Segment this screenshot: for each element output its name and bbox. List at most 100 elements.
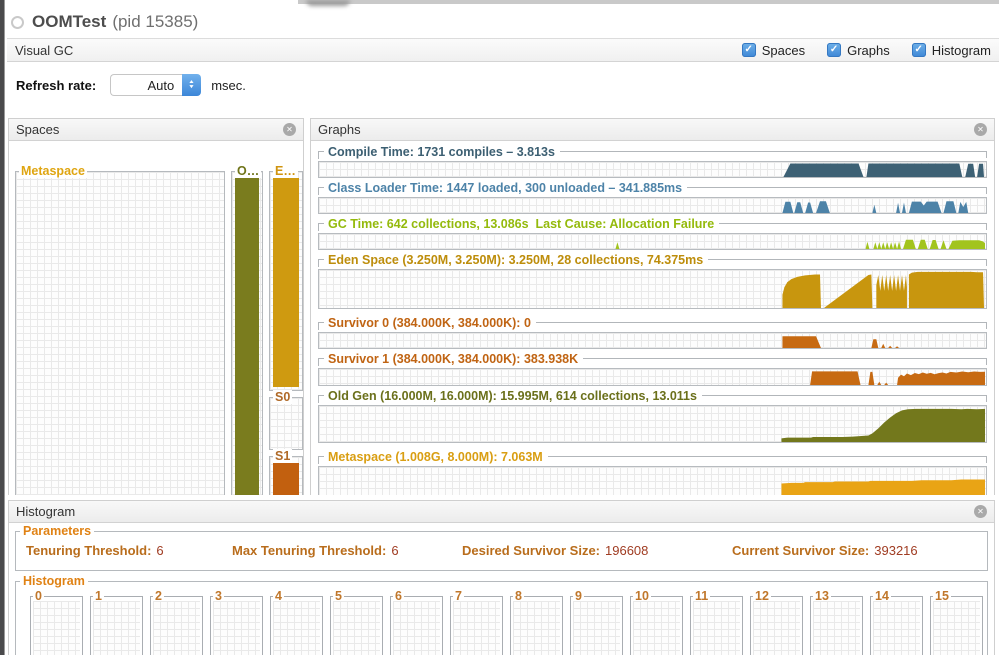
refresh-rate-combo[interactable]: Auto ▲ ▼: [110, 74, 201, 96]
histogram-close-icon[interactable]: ✕: [974, 505, 987, 518]
stepper-down-icon[interactable]: ▼: [188, 85, 195, 90]
visualvm-window: OOMTest (pid 15385) Visual GC ✓ Spaces ✓ Gr…: [0, 0, 999, 655]
graph-gc: GC Time: 642 collections, 13.086s Last C…: [318, 218, 987, 250]
graph-strip-old: [318, 405, 987, 443]
parameter-label: Max Tenuring Threshold:: [232, 543, 386, 558]
parameter-item: Max Tenuring Threshold: 6: [232, 543, 399, 558]
survivor0-space-box: S0: [269, 397, 303, 450]
survivor0-space-label: S0: [273, 390, 292, 404]
spaces-panel: Spaces ✕ Metaspace O… E… S0 S1: [8, 118, 304, 495]
graph-title-s1: Survivor 1 (384.000K, 384.000K): 383.938…: [328, 353, 578, 366]
spaces-panel-body: Metaspace O… E… S0 S1: [9, 141, 303, 495]
graph-strip-eden: [318, 269, 987, 309]
background-window-smudge: [306, 0, 350, 6]
graphs-close-icon[interactable]: ✕: [974, 123, 987, 136]
graph-title-meta: Metaspace (1.008G, 8.000M): 7.063M: [328, 451, 543, 464]
histogram-bin-grid: [153, 601, 200, 655]
checkbox-graphs[interactable]: ✓ Graphs: [827, 43, 890, 58]
histogram-bin-10: 10: [630, 596, 683, 655]
parameters-group: Parameters Tenuring Threshold:6Max Tenur…: [15, 531, 988, 571]
graph-title-classloader: Class Loader Time: 1447 loaded, 300 unlo…: [328, 182, 682, 195]
graph-strip-meta: [318, 466, 987, 495]
histogram-panel-header: Histogram ✕: [9, 501, 994, 523]
checkbox-label: Graphs: [847, 43, 890, 58]
histogram-bin-15: 15: [930, 596, 983, 655]
window-left-edge-line: [4, 0, 5, 655]
application-pid: (pid 15385): [112, 12, 198, 32]
parameter-value: 393216: [874, 543, 917, 558]
checkbox-check-icon[interactable]: ✓: [742, 43, 756, 57]
refresh-rate-stepper[interactable]: ▲ ▼: [182, 74, 201, 96]
refresh-rate-unit: msec.: [211, 78, 246, 93]
histogram-bin-grid: [813, 601, 860, 655]
histogram-bins-row: 0123456789101112131415: [30, 596, 987, 655]
graph-title-old: Old Gen (16.000M, 16.000M): 15.995M, 614…: [328, 390, 697, 403]
checkbox-histogram[interactable]: ✓ Histogram: [912, 43, 991, 58]
graph-legend-line: [719, 223, 987, 230]
histogram-bin-4: 4: [270, 596, 323, 655]
tab-status-icon: [11, 16, 24, 29]
histogram-group-label: Histogram: [20, 574, 88, 588]
checkbox-check-icon[interactable]: ✓: [912, 43, 926, 57]
refresh-rate-label: Refresh rate:: [16, 78, 96, 93]
old-gen-space-bar: [235, 178, 259, 495]
graphs-panel-body: Compile Time: 1731 compiles – 3.813s Clas…: [311, 141, 994, 495]
histogram-bin-5: 5: [330, 596, 383, 655]
graph-s0: Survivor 0 (384.000K, 384.000K): 0: [318, 317, 987, 349]
graph-eden: Eden Space (3.250M, 3.250M): 3.250M, 28 …: [318, 254, 987, 309]
graph-old: Old Gen (16.000M, 16.000M): 15.995M, 614…: [318, 390, 987, 443]
graph-legend-line: [687, 187, 987, 194]
histogram-bin-grid: [933, 601, 980, 655]
graph-strip-s0: [318, 332, 987, 349]
survivor1-space-label: S1: [273, 449, 292, 463]
histogram-group: Histogram 0123456789101112131415: [15, 581, 988, 655]
histogram-bin-grid: [693, 601, 740, 655]
metaspace-space-label: Metaspace: [19, 164, 87, 178]
graph-legend-line: [536, 322, 987, 329]
graph-title-s0: Survivor 0 (384.000K, 384.000K): 0: [328, 317, 531, 330]
graph-meta: Metaspace (1.008G, 8.000M): 7.063M: [318, 451, 987, 495]
graph-strip-compile: [318, 161, 987, 178]
histogram-bin-13: 13: [810, 596, 863, 655]
graph-strip-gc: [318, 233, 987, 250]
visual-gc-tab-label[interactable]: Visual GC: [15, 43, 73, 58]
histogram-bin-1: 1: [90, 596, 143, 655]
histogram-bin-grid: [213, 601, 260, 655]
graph-strip-classloader: [318, 197, 987, 214]
parameter-item: Desired Survivor Size:196608: [462, 543, 648, 558]
histogram-bin-grid: [453, 601, 500, 655]
spaces-panel-header: Spaces ✕: [9, 119, 303, 141]
graph-title-compile: Compile Time: 1731 compiles – 3.813s: [328, 146, 555, 159]
checkbox-spaces[interactable]: ✓ Spaces: [742, 43, 805, 58]
spaces-panel-title: Spaces: [16, 122, 283, 137]
checkbox-check-icon[interactable]: ✓: [827, 43, 841, 57]
graph-compile: Compile Time: 1731 compiles – 3.813s: [318, 146, 987, 178]
histogram-bin-12: 12: [750, 596, 803, 655]
visual-gc-toolbar: Visual GC ✓ Spaces ✓ Graphs ✓ Histogram: [7, 38, 999, 62]
graphs-list: Compile Time: 1731 compiles – 3.813s Clas…: [311, 141, 994, 495]
parameter-value: 6: [391, 543, 398, 558]
parameter-item: Current Survivor Size: 393216: [732, 543, 918, 558]
refresh-rate-value[interactable]: Auto: [110, 74, 182, 96]
histogram-panel-body: Parameters Tenuring Threshold:6Max Tenur…: [9, 523, 994, 655]
old-gen-space-box: O…: [231, 171, 263, 495]
parameter-item: Tenuring Threshold:6: [26, 543, 164, 558]
checkbox-label: Histogram: [932, 43, 991, 58]
histogram-bin-9: 9: [570, 596, 623, 655]
histogram-bin-grid: [33, 601, 80, 655]
graphs-panel: Graphs ✕ Compile Time: 1731 compiles – 3…: [310, 118, 995, 495]
graph-classloader: Class Loader Time: 1447 loaded, 300 unlo…: [318, 182, 987, 214]
histogram-bin-grid: [333, 601, 380, 655]
histogram-bin-0: 0: [30, 596, 83, 655]
graph-strip-s1: [318, 368, 987, 386]
graph-legend-line: [560, 151, 987, 158]
eden-space-bar: [273, 178, 299, 387]
parameter-label: Current Survivor Size:: [732, 543, 869, 558]
application-tab-header: OOMTest (pid 15385): [7, 8, 999, 36]
graph-s1: Survivor 1 (384.000K, 384.000K): 383.938…: [318, 353, 987, 386]
checkbox-label: Spaces: [762, 43, 805, 58]
eden-space-label: E…: [273, 164, 298, 178]
graph-legend-line: [583, 358, 987, 365]
spaces-close-icon[interactable]: ✕: [283, 123, 296, 136]
histogram-bin-6: 6: [390, 596, 443, 655]
